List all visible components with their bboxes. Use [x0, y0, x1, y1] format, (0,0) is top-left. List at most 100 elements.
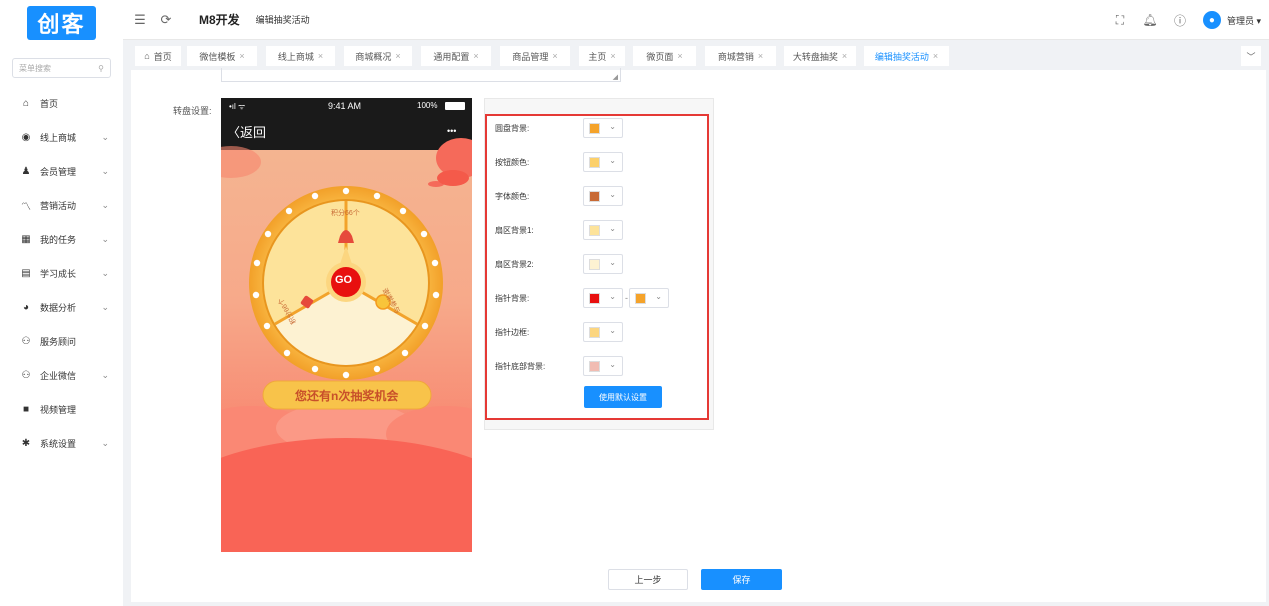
chevron-down-icon: ⌄ [609, 360, 616, 369]
color-picker[interactable]: ⌄ [583, 254, 623, 274]
tab[interactable]: 编辑抽奖活动 × [864, 46, 949, 66]
tab[interactable]: 通用配置 × [421, 46, 491, 66]
tab[interactable]: 商城营销 × [705, 46, 776, 66]
sidebar-item[interactable]: ◕ 数据分析 ⌄ [0, 297, 123, 317]
close-icon[interactable]: × [239, 51, 244, 61]
chevron-down-icon: ⌄ [101, 369, 109, 380]
chevron-down-icon: ⌄ [101, 165, 109, 176]
use-default-settings-button[interactable]: 使用默认设置 [584, 386, 662, 408]
help-icon[interactable]: ⓘ [1165, 12, 1195, 29]
close-icon[interactable]: × [395, 51, 400, 61]
sidebar-item[interactable]: ♟ 会员管理 ⌄ [0, 161, 123, 181]
battery-icon [445, 102, 465, 110]
color-swatch [589, 293, 600, 304]
sidebar-item[interactable]: ▦ 我的任务 ⌄ [0, 229, 123, 249]
tab-label: 主页 [588, 51, 607, 62]
color-picker[interactable]: ⌄ [583, 288, 623, 308]
tab-label: 微页面 [646, 51, 674, 62]
sidebar-item-label: 学习成长 [40, 268, 77, 279]
sidebar-item[interactable]: ⌂ 首页 [0, 93, 123, 113]
phone-more-button[interactable]: ••• [447, 126, 456, 136]
tab[interactable]: 线上商城 × [266, 46, 335, 66]
people-icon: ⚇ [21, 335, 31, 347]
wheel-settings-label: 转盘设置: [173, 106, 212, 116]
phone-preview: •ıl ᯤ 9:41 AM 100% 〈返回 ••• 积分66个 谢谢参与 积分… [221, 98, 472, 552]
range-separator: - [625, 293, 628, 303]
color-swatch [589, 123, 600, 134]
tab[interactable]: ⌂ 首页 [135, 46, 181, 66]
user-menu[interactable]: 管理员 ▾ [1227, 14, 1261, 27]
tab-label: 首页 [153, 51, 172, 62]
color-picker[interactable]: ⌄ [583, 152, 623, 172]
sidebar-item[interactable]: ▤ 学习成长 ⌄ [0, 263, 123, 283]
bell-icon[interactable]: 🔔︎ [1135, 13, 1165, 27]
sidebar-item[interactable]: ⚇ 企业微信 ⌄ [0, 365, 123, 385]
tab[interactable]: 微信模板 × [187, 46, 257, 66]
color-picker[interactable]: ⌄ [583, 220, 623, 240]
home-icon: ⌂ [22, 97, 30, 109]
menu-search-placeholder: 菜单搜索 [19, 63, 51, 73]
chevron-down-icon: ⌄ [101, 267, 109, 278]
sidebar-item[interactable]: ◉ 线上商城 ⌄ [0, 127, 123, 147]
go-button[interactable]: GO [335, 274, 352, 286]
chevron-down-icon: ⌄ [655, 292, 662, 301]
tab-label: 大转盘抽奖 [792, 51, 838, 62]
color-settings-highlight: 圆盘背景: ⌄ 按钮颜色: ⌄ 字体颜色: ⌄ 扇区背景1: ⌄ 扇区背景2: ⌄ 指针背景: ⌄ - ⌄… [485, 114, 709, 420]
sidebar-item-label: 数据分析 [40, 302, 77, 313]
close-icon[interactable]: × [318, 51, 323, 61]
sidebar-item-label: 会员管理 [40, 166, 77, 177]
close-icon[interactable]: × [758, 51, 763, 61]
sidebar: 菜单搜索 ⚲ ⌂ 首页 ◉ 线上商城 ⌄ ♟ 会员管理 ⌄ 〽营销活动 ⌄ ▦ 我的任务 ⌄ ▤ 学习成长 ⌄… [0, 46, 123, 606]
logo[interactable]: 创客 [0, 0, 123, 46]
sidebar-item-label: 服务顾问 [40, 336, 77, 347]
color-picker[interactable]: ⌄ [583, 118, 623, 138]
close-icon[interactable]: × [842, 51, 847, 61]
menu-search-input[interactable]: 菜单搜索 ⚲ [12, 58, 111, 78]
color-swatch [589, 225, 600, 236]
chevron-down-icon: ⌄ [101, 131, 109, 142]
color-picker[interactable]: ⌄ [629, 288, 669, 308]
sidebar-item-label: 营销活动 [40, 200, 77, 211]
breadcrumb: 编辑抽奖活动 [255, 15, 310, 25]
refresh-icon[interactable]: ⟳ [157, 12, 175, 28]
sidebar-item[interactable]: ✱ 系统设置 ⌄ [0, 433, 123, 453]
phone-preview-art [221, 98, 472, 552]
sidebar-item[interactable]: ■ 视频管理 [0, 399, 123, 419]
sidebar-item[interactable]: 〽营销活动 ⌄ [0, 195, 123, 215]
color-setting-label: 指针底部背景: [495, 362, 546, 371]
close-icon[interactable]: × [473, 51, 478, 61]
color-swatch [589, 361, 600, 372]
gear-icon: ✱ [21, 437, 31, 449]
close-icon[interactable]: × [610, 51, 615, 61]
color-picker[interactable]: ⌄ [583, 186, 623, 206]
prev-step-button[interactable]: 上一步 [608, 569, 688, 590]
tab[interactable]: 商品管理 × [500, 46, 570, 66]
avatar[interactable]: ● [1202, 11, 1221, 29]
tab-label: 编辑抽奖活动 [874, 51, 929, 62]
menu-toggle-icon[interactable]: ☰ [131, 12, 149, 28]
phone-back-button[interactable]: 〈返回 [227, 122, 266, 141]
phone-back-label: 返回 [240, 125, 267, 140]
sidebar-item-label: 我的任务 [40, 234, 77, 245]
search-icon: ⚲ [98, 63, 104, 73]
phone-time: 9:41 AM [328, 101, 362, 111]
tab[interactable]: 大转盘抽奖 × [784, 46, 856, 66]
save-button[interactable]: 保存 [701, 569, 782, 590]
sidebar-item[interactable]: ⚇ 服务顾问 [0, 331, 123, 351]
close-icon[interactable]: × [933, 51, 938, 61]
close-icon[interactable]: × [677, 51, 682, 61]
tabs-dropdown-button[interactable]: ﹀ [1241, 46, 1261, 66]
fullscreen-icon[interactable]: ⛶ [1105, 13, 1135, 28]
sidebar-item-label: 系统设置 [40, 438, 77, 449]
tab-label: 线上商城 [277, 51, 314, 62]
description-textarea[interactable]: ◢ [221, 68, 621, 82]
tab[interactable]: 商城概况 × [344, 46, 412, 66]
color-picker[interactable]: ⌄ [583, 322, 623, 342]
tab[interactable]: 主页 × [579, 46, 625, 66]
color-picker[interactable]: ⌄ [583, 356, 623, 376]
close-icon[interactable]: × [552, 51, 557, 61]
resize-handle-icon[interactable]: ◢ [613, 73, 618, 81]
tab[interactable]: 微页面 × [633, 46, 696, 66]
phone-signal: •ıl ᯤ [229, 102, 246, 111]
chances-text: 您还有n次抽奖机会 [295, 389, 399, 403]
